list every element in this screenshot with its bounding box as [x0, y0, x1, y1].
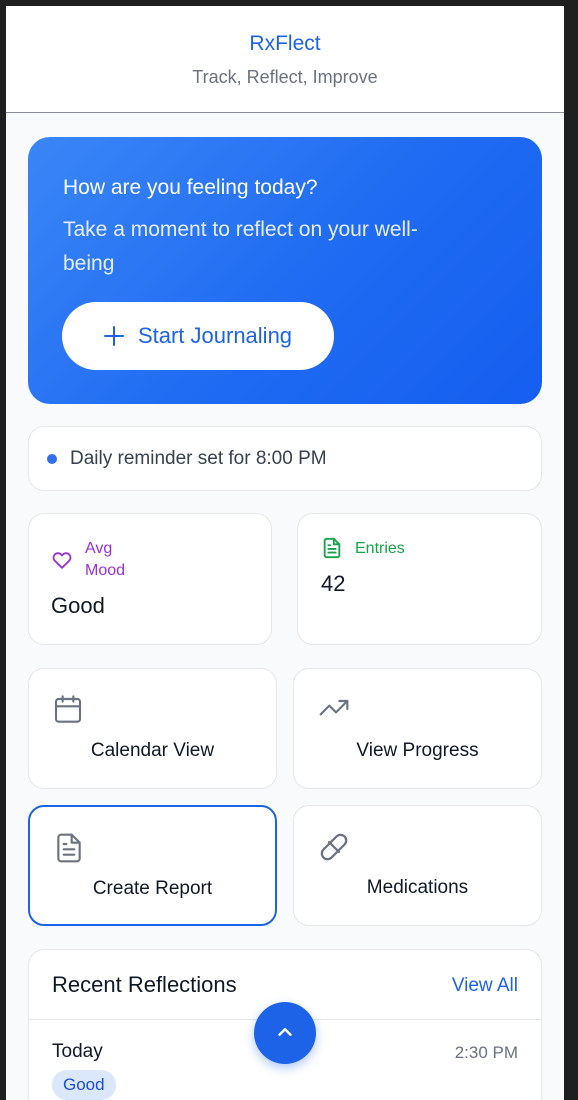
app-subtitle: Track, Reflect, Improve	[192, 67, 378, 87]
medications-label: Medications	[366, 877, 469, 898]
pill-icon	[317, 830, 351, 869]
medications-button[interactable]: Medications	[293, 805, 542, 926]
entries-card: Entries 42	[297, 513, 542, 645]
chevron-up-icon	[274, 1021, 296, 1046]
calendar-view-label: Calendar View	[90, 740, 215, 761]
heart-icon	[51, 549, 73, 576]
document-icon	[321, 537, 343, 564]
entries-value: 42	[321, 571, 346, 596]
view-progress-label: View Progress	[356, 740, 479, 761]
calendar-icon	[52, 693, 84, 730]
avg-mood-card: Avg Mood Good	[28, 513, 272, 645]
view-progress-button[interactable]: View Progress	[293, 668, 542, 789]
avg-mood-label: Avg Mood	[85, 540, 126, 579]
scroll-to-top-button[interactable]	[254, 1002, 316, 1064]
reminder-banner: Daily reminder set for 8:00 PM	[28, 426, 542, 491]
mood-badge: Good	[52, 1070, 116, 1100]
reminder-dot-icon	[47, 454, 57, 464]
app-screen: RxFlect Track, Reflect, Improve How are …	[6, 6, 564, 1100]
hero-subtext: Take a moment to reflect on your well-be…	[63, 218, 418, 275]
app-header: RxFlect Track, Reflect, Improve	[6, 6, 564, 113]
plus-icon	[103, 326, 124, 346]
view-all-link[interactable]: View All	[452, 975, 518, 997]
start-journaling-label: Start Journaling	[137, 323, 293, 348]
trending-up-icon	[317, 693, 351, 730]
entry-time: 2:30 PM	[454, 1043, 518, 1062]
hero-question: How are you feeling today?	[63, 176, 318, 199]
create-report-label: Create Report	[92, 878, 213, 899]
hero-card: How are you feeling today? Take a moment…	[28, 137, 542, 404]
app-title: RxFlect	[249, 32, 321, 55]
reminder-text: Daily reminder set for 8:00 PM	[70, 448, 327, 469]
avg-mood-value: Good	[51, 593, 105, 618]
recent-reflections-title: Recent Reflections	[52, 972, 237, 997]
start-journaling-button[interactable]: Start Journaling	[62, 302, 334, 370]
create-report-button[interactable]: Create Report	[28, 805, 277, 926]
entry-day: Today	[52, 1041, 103, 1062]
calendar-view-button[interactable]: Calendar View	[28, 668, 277, 789]
entries-label: Entries	[355, 540, 405, 557]
report-icon	[53, 831, 85, 870]
